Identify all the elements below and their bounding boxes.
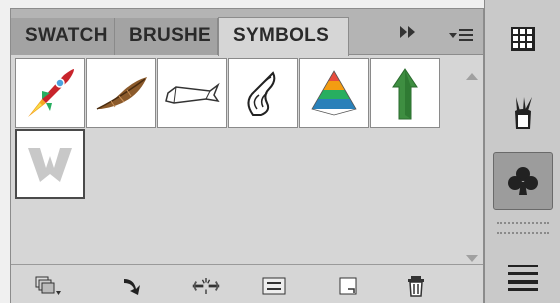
brushes-icon[interactable] (493, 84, 553, 142)
banner-icon (165, 82, 220, 104)
symbol-banner[interactable] (157, 58, 227, 128)
dock-divider (497, 232, 549, 234)
symbol-rocket[interactable] (15, 58, 85, 128)
symbol-w-shape[interactable] (15, 129, 85, 199)
panel-bottom-toolbar (11, 264, 483, 303)
scroll-down-arrow-icon[interactable] (466, 255, 478, 262)
symbol-flourish[interactable] (228, 58, 298, 128)
place-symbol-instance-icon[interactable] (119, 273, 149, 299)
tab-swatches[interactable]: SWATCH (11, 18, 115, 55)
rocket-icon (28, 69, 74, 117)
feather-icon (96, 77, 147, 110)
break-link-icon[interactable] (191, 273, 221, 299)
symbol-options-icon[interactable] (259, 273, 289, 299)
vertical-scrollbar[interactable] (458, 59, 482, 271)
tab-brushes[interactable]: BRUSHE (115, 18, 218, 55)
double-chevron-right-icon[interactable] (398, 25, 418, 44)
dock-divider (497, 222, 549, 224)
symbol-feather[interactable] (86, 58, 156, 128)
tab-symbols[interactable]: SYMBOLS (218, 17, 349, 56)
scroll-up-arrow-icon[interactable] (466, 73, 478, 80)
symbol-pyramid[interactable] (299, 58, 369, 128)
symbol-arrow[interactable] (370, 58, 440, 128)
panel-menu-icon[interactable] (447, 26, 477, 46)
delete-symbol-icon[interactable] (401, 273, 431, 299)
stroke-lines-icon[interactable] (493, 248, 553, 303)
flourish-icon (247, 71, 276, 116)
panel-tab-bar: SWATCH BRUSHE SYMBOLS (11, 9, 483, 56)
swatches-grid-icon[interactable] (493, 10, 553, 68)
symbols-panel: SWATCH BRUSHE SYMBOLS (10, 8, 484, 303)
symbol-libraries-menu-icon[interactable] (33, 273, 63, 299)
symbols-club-icon[interactable] (493, 152, 553, 210)
new-symbol-icon[interactable] (333, 273, 363, 299)
w-shape-icon (28, 148, 72, 182)
green-arrow-icon (392, 68, 418, 120)
symbols-grid (15, 58, 455, 271)
collapsed-panel-dock (484, 0, 560, 303)
pyramid-icon (311, 70, 357, 116)
